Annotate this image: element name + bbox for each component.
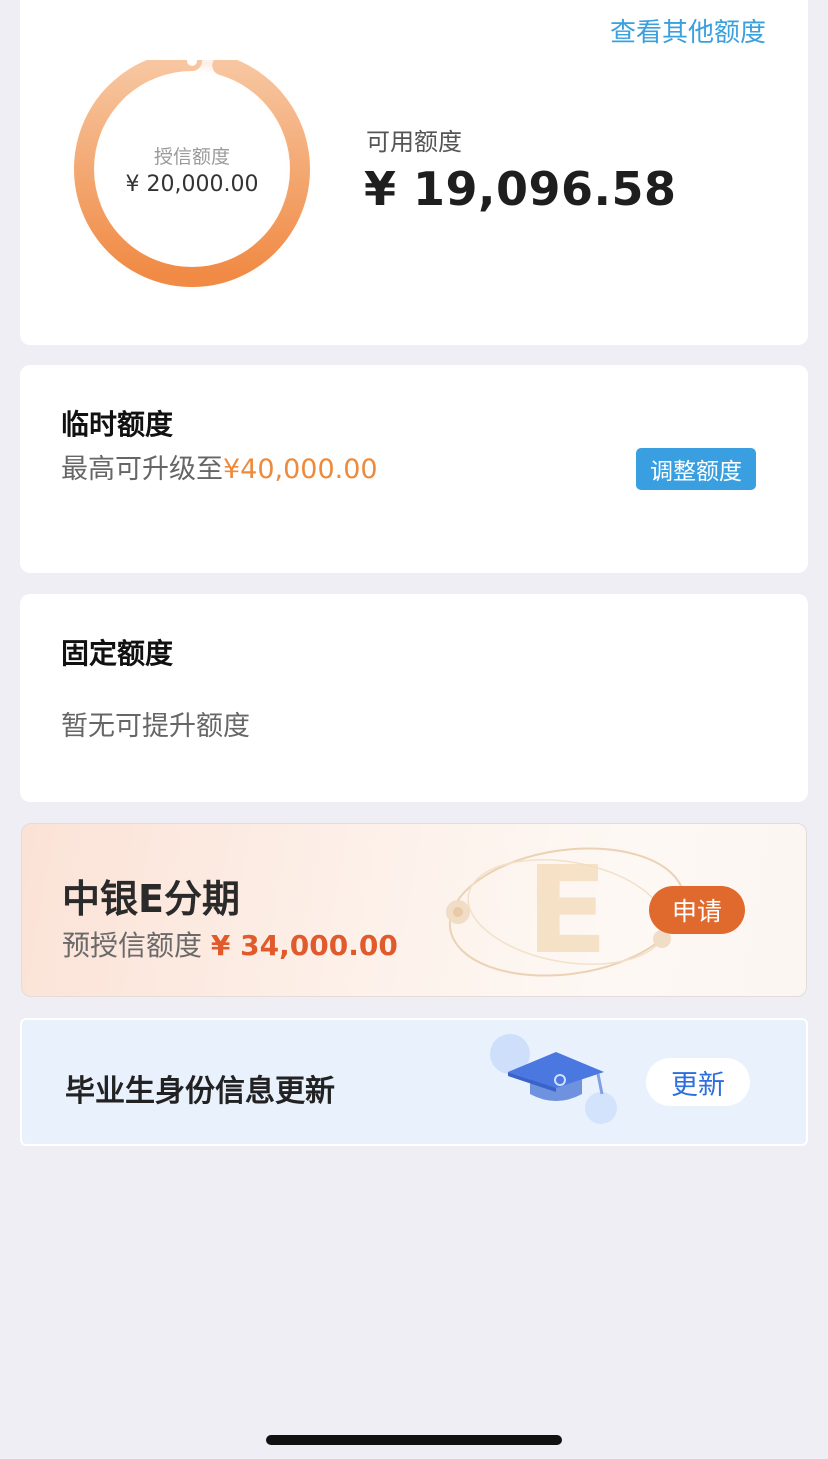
granted-limit-value: ¥ 20,000.00 — [125, 172, 259, 197]
fixed-limit-title: 固定额度 — [61, 637, 174, 670]
available-limit-label: 可用额度 — [366, 128, 462, 156]
available-limit-value: ¥ 19,096.58 — [364, 162, 677, 216]
credit-summary-card: 查看其他额度 授信额度 ¥ 20,000.00 可用额度 ¥ 19,096.58 — [20, 0, 808, 345]
temporary-limit-card: 临时额度 最高可升级至¥40,000.00 调整额度 — [20, 365, 808, 573]
update-button[interactable]: 更新 — [646, 1058, 750, 1106]
e-installment-title: 中银E分期 — [62, 877, 240, 921]
e-installment-card[interactable]: E 中银E分期 预授信额度 ¥ 34,000.00 申请 — [21, 823, 807, 997]
home-indicator[interactable] — [266, 1435, 562, 1445]
graduate-update-title: 毕业生身份信息更新 — [65, 1074, 335, 1109]
apply-button[interactable]: 申请 — [649, 886, 745, 934]
e-installment-subtitle: 预授信额度 ¥ 34,000.00 — [62, 924, 398, 964]
fixed-limit-subtitle: 暂无可提升额度 — [61, 711, 250, 742]
adjust-limit-button[interactable]: 调整额度 — [636, 448, 756, 490]
graduate-update-card[interactable]: 毕业生身份信息更新 更新 — [20, 1018, 808, 1146]
pre-credit-amount: ¥ 34,000.00 — [210, 929, 398, 962]
temporary-limit-max-amount: ¥40,000.00 — [223, 454, 378, 485]
temporary-limit-title: 临时额度 — [61, 408, 174, 441]
pre-credit-label: 预授信额度 — [62, 929, 203, 962]
temporary-limit-subtitle: 最高可升级至¥40,000.00 — [61, 447, 378, 486]
graduation-cap-icon — [490, 1034, 617, 1124]
view-other-limits-link[interactable]: 查看其他额度 — [610, 12, 766, 49]
credit-ring: 授信额度 ¥ 20,000.00 — [72, 60, 312, 300]
fixed-limit-card: 固定额度 暂无可提升额度 — [20, 594, 808, 802]
granted-limit-label: 授信额度 — [153, 146, 230, 168]
e-deco-letter: E — [526, 842, 608, 981]
temporary-limit-prefix: 最高可升级至 — [61, 454, 223, 485]
